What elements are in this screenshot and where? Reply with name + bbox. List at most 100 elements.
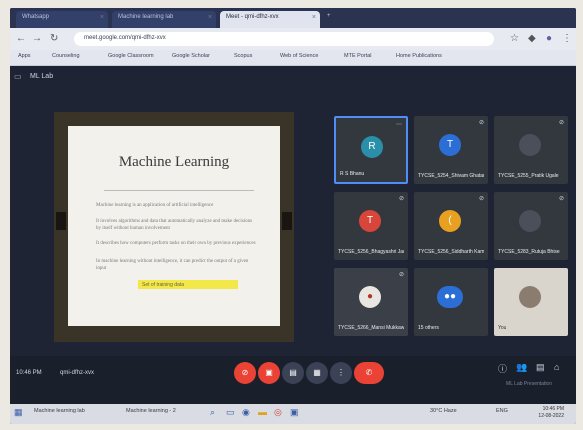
participant-tile[interactable]: R ⋯ R S Bhanu (334, 116, 408, 184)
tab-meet[interactable]: Meet - qmi-dfhz-xvx × (220, 11, 320, 28)
address-bar: ← → ↻ meet.google.com/qmi-dfhz-xvx ☆ ◆ ●… (10, 28, 576, 50)
tab-ml-lab[interactable]: Machine learning lab × (112, 11, 216, 28)
new-tab-button[interactable]: + (324, 11, 338, 28)
url-input[interactable]: meet.google.com/qmi-dfhz-xvx (74, 32, 494, 46)
browser-tab-bar: Whatsapp × Machine learning lab × Meet - q… (10, 8, 576, 28)
captions-button[interactable]: ▤ (282, 362, 304, 384)
monitor-screen: Whatsapp × Machine learning lab × Meet - q… (10, 8, 576, 424)
task-view-icon[interactable]: ▭ (226, 407, 235, 418)
back-icon[interactable]: ← (16, 33, 26, 44)
tab-whatsapp[interactable]: Whatsapp × (16, 11, 108, 28)
mic-off-button[interactable]: ⊘ (234, 362, 256, 384)
bookmark-item[interactable]: Google Scholar (172, 53, 210, 59)
forward-icon[interactable]: → (32, 33, 42, 44)
bookmark-item[interactable]: Home Publications (396, 53, 442, 59)
tab-label: Machine learning lab (118, 14, 174, 20)
close-icon[interactable]: × (208, 14, 212, 21)
taskbar-window[interactable]: Machine learning - 2 (126, 408, 176, 414)
camera-off-button[interactable]: ▣ (258, 362, 280, 384)
avatar: T (359, 210, 381, 232)
chrome-icon[interactable]: ◎ (274, 407, 282, 418)
slide-bullet: It involves algorithms and data that aut… (96, 219, 253, 231)
self-view-tile[interactable]: You (494, 268, 568, 336)
search-icon[interactable]: ⌕ (210, 407, 215, 418)
participant-name: TYCSE_5255_Pratik Ugale (498, 173, 559, 179)
participant-name: R S Bhanu (340, 171, 365, 177)
windows-start-icon[interactable]: ▦ (14, 407, 23, 418)
bookmark-item[interactable]: Scopus (234, 53, 252, 59)
bookmarks-bar: Apps Counseling Google Classroom Google … (10, 50, 576, 66)
avatar-photo: ● (359, 286, 381, 308)
present-button[interactable]: ▦ (306, 362, 328, 384)
close-icon[interactable]: × (100, 14, 104, 21)
participant-tile[interactable]: T ⊘ TYCSE_5256_Bhagyashri Jadhav (334, 192, 408, 260)
bookmark-item[interactable]: Apps (18, 53, 31, 59)
extension-icon[interactable]: ◆ (528, 33, 536, 44)
presentation-slide: Machine Learning Machine learning is an … (68, 126, 280, 326)
participant-name: You (498, 325, 507, 331)
mic-off-icon: ⊘ (478, 120, 484, 126)
slide-bullet: Machine learning is an application of ar… (96, 203, 214, 208)
meet-main: ▭ ML Lab Machine Learning Machine learni… (10, 66, 576, 404)
tab-label: Meet - qmi-dfhz-xvx (226, 14, 279, 20)
photo-background: Whatsapp × Machine learning lab × Meet - q… (0, 0, 583, 430)
mic-off-icon: ⊘ (398, 196, 404, 202)
star-icon[interactable]: ☆ (510, 33, 519, 44)
clock-date: 12-08-2022 (538, 413, 564, 419)
chat-icon[interactable]: ▤ (536, 362, 545, 373)
participant-name: TYCSE_5283_Rutuja Bhise (498, 249, 560, 255)
more-options-button[interactable]: ⋮ (330, 362, 352, 384)
slide-bullet: It describes how computers perform tasks… (96, 241, 256, 246)
close-icon[interactable]: × (312, 14, 316, 21)
info-icon[interactable]: ⓘ (498, 362, 507, 375)
avatar: R (361, 136, 383, 158)
others-avatar-group: ●● (437, 286, 463, 308)
store-icon[interactable]: ▣ (290, 407, 299, 418)
reload-icon[interactable]: ↻ (50, 33, 58, 44)
menu-icon[interactable]: ⋮ (562, 33, 572, 44)
meeting-time: 10:46 PM (16, 370, 42, 376)
profile-icon[interactable]: ● (546, 33, 552, 44)
bookmark-item[interactable]: Web of Science (280, 53, 318, 59)
bookmark-item[interactable]: Counseling (52, 53, 80, 59)
participant-tile-others[interactable]: ●● 15 others (414, 268, 488, 336)
clock-time: 10:46 PM (542, 406, 564, 412)
presentation-caption: ML Lab Presentation (506, 381, 552, 387)
taskbar-clock[interactable]: 10:46 PM 12-08-2022 (538, 406, 564, 420)
participant-name: 15 others (418, 325, 439, 331)
meeting-title: ML Lab (30, 73, 54, 80)
participant-tile[interactable]: ● ⊘ TYCSE_5266_Mansi Mukkawar (334, 268, 408, 336)
taskbar-window[interactable]: Machine learning lab (34, 408, 85, 414)
screen-share-icon: ▭ (14, 72, 22, 81)
file-explorer-icon[interactable]: ▬ (258, 407, 267, 417)
participant-name: TYCSE_5256_Bhagyashri Jadhav (338, 249, 404, 255)
weather-widget[interactable]: 30°C Haze (430, 408, 457, 414)
self-camera-feed (519, 286, 541, 308)
mic-off-icon: ⊘ (558, 120, 564, 126)
avatar-photo (519, 134, 541, 156)
slide-bullet: In machine learning without intelligence… (96, 259, 249, 271)
slide-title: Machine Learning (118, 154, 230, 170)
os-taskbar: ▦ Machine learning lab Machine learning … (10, 404, 576, 424)
participant-name: TYCSE_5256_Siddharth Kamble (418, 249, 484, 255)
participant-tile[interactable]: ⊘ TYCSE_5255_Pratik Ugale (494, 116, 568, 184)
slide-divider (104, 190, 254, 191)
people-icon[interactable]: 👥 (516, 362, 527, 373)
bookmark-item[interactable]: Google Classroom (108, 53, 154, 59)
mic-off-icon: ⊘ (398, 272, 404, 278)
mic-off-icon: ⊘ (478, 196, 484, 202)
participant-tile[interactable]: ( ⊘ TYCSE_5256_Siddharth Kamble (414, 192, 488, 260)
highlighted-text: Set of training data (138, 280, 238, 289)
language-indicator[interactable]: ENG (496, 408, 508, 414)
more-options-icon[interactable]: ⋯ (396, 121, 402, 128)
leave-call-button[interactable]: ✆ (354, 362, 384, 384)
edge-icon[interactable]: ◉ (242, 407, 250, 418)
avatar-photo (519, 210, 541, 232)
participant-tile[interactable]: ⊘ TYCSE_5283_Rutuja Bhise (494, 192, 568, 260)
participant-tile[interactable]: T ⊘ TYCSE_5254_Shivam Ghatare (414, 116, 488, 184)
activities-icon[interactable]: ⌂ (554, 362, 559, 372)
bookmark-item[interactable]: MTE Portal (344, 53, 372, 59)
tab-label: Whatsapp (22, 14, 50, 20)
meeting-code: qmi-dfhz-xvx (60, 370, 95, 376)
participant-name: TYCSE_5254_Shivam Ghatare (418, 173, 484, 179)
